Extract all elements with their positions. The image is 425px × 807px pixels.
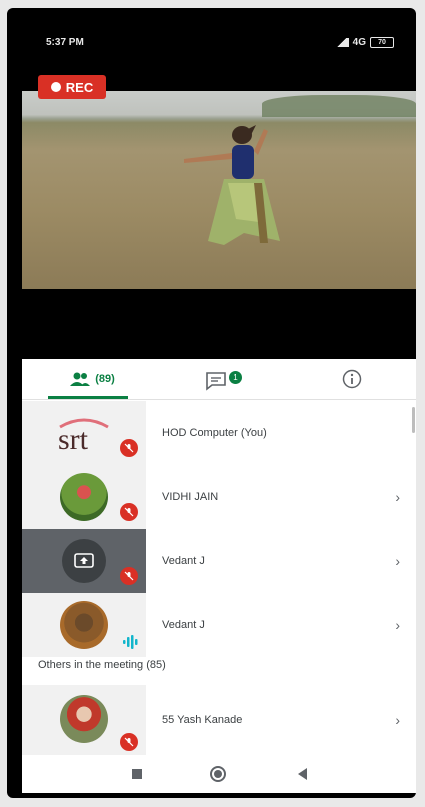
participant-thumbnail (22, 593, 146, 657)
participant-thumbnail (22, 465, 146, 529)
chat-icon (206, 372, 226, 391)
participant-name: 55 Yash Kanade (162, 714, 243, 726)
status-bar: 5:37 PM 4G 70 (22, 25, 416, 63)
screen-share-icon (62, 539, 106, 583)
battery-icon: 70 (370, 37, 394, 48)
participant-row[interactable]: srt HOD Computer (You) (22, 401, 416, 465)
record-dot-icon (50, 82, 61, 92)
participant-thumbnail (22, 685, 146, 755)
tab-info[interactable] (332, 359, 372, 399)
participant-row[interactable]: VIDHI JAIN › (22, 465, 416, 529)
participant-row[interactable]: Vedant J › (22, 593, 416, 657)
people-count: (89) (95, 373, 115, 385)
avatar (60, 601, 108, 649)
tab-people[interactable]: (89) (52, 359, 132, 399)
participant-name: VIDHI JAIN (162, 491, 219, 503)
status-icons: 4G 70 (334, 37, 394, 48)
others-heading: Others in the meeting (85) (38, 659, 166, 671)
recent-apps-icon[interactable] (132, 769, 142, 779)
network-label: 4G (352, 37, 366, 48)
dancer-figure (184, 125, 280, 245)
panel-tabs: (89) 1 (22, 359, 416, 400)
mic-off-icon (120, 733, 138, 751)
participant-row[interactable]: Vedant J › (22, 529, 416, 593)
participant-name: Vedant J (162, 619, 205, 631)
audio-level-icon (123, 635, 138, 649)
avatar (60, 695, 108, 743)
phone-frame: 5:37 PM 4G 70 REC (89) 1 srt HOD Compute… (7, 8, 416, 798)
android-nav-bar (22, 757, 416, 793)
srt-logo-text: srt (58, 423, 89, 453)
video-area[interactable]: REC (22, 63, 416, 359)
mic-off-icon (120, 503, 138, 521)
people-icon (70, 372, 91, 386)
background-hills (262, 95, 416, 117)
participant-thumbnail: srt (22, 401, 146, 465)
screen: 5:37 PM 4G 70 REC (89) 1 srt HOD Compute… (22, 25, 416, 793)
participants-panel: (89) 1 srt HOD Computer (You) VIDHI JAIN… (22, 359, 416, 793)
mic-off-icon (120, 439, 138, 457)
tab-people-indicator (48, 396, 128, 399)
chevron-right-icon[interactable]: › (395, 685, 400, 755)
info-icon (342, 369, 362, 389)
chevron-right-icon[interactable]: › (395, 465, 400, 529)
signal-icon (334, 38, 349, 47)
mic-off-icon (120, 567, 138, 585)
participant-thumbnail (22, 529, 146, 593)
participant-row[interactable]: 55 Yash Kanade › (22, 685, 416, 755)
participant-name: Vedant J (162, 555, 205, 567)
back-icon[interactable] (298, 768, 307, 780)
chevron-right-icon[interactable]: › (395, 593, 400, 657)
chat-badge: 1 (229, 371, 242, 384)
tab-chat[interactable]: 1 (200, 359, 242, 399)
participant-name: HOD Computer (You) (162, 427, 267, 439)
avatar (60, 473, 108, 521)
home-icon[interactable] (210, 766, 226, 782)
recording-label: REC (65, 79, 94, 95)
srt-logo: srt (58, 418, 109, 453)
status-time: 5:37 PM (46, 37, 84, 48)
main-video[interactable] (22, 91, 416, 289)
chevron-right-icon[interactable]: › (395, 529, 400, 593)
recording-indicator: REC (38, 75, 106, 99)
